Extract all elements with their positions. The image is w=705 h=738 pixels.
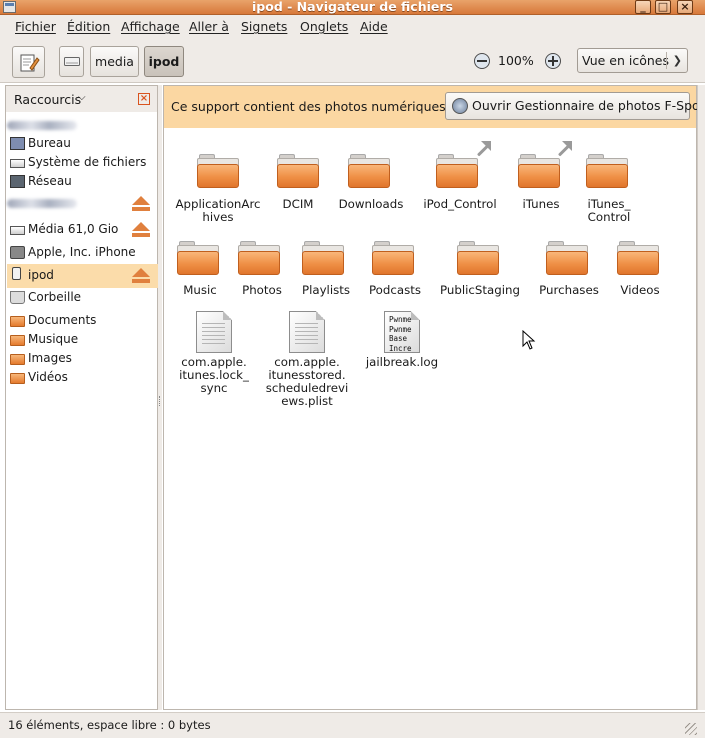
- window-title: ipod - Navigateur de fichiers: [252, 0, 453, 14]
- symlink-arrow-icon: [554, 141, 572, 159]
- desktop-icon: [10, 137, 25, 150]
- status-text: 16 éléments, espace libre : 0 bytes: [8, 718, 211, 732]
- sidebar-item-bureau[interactable]: Bureau: [7, 134, 158, 154]
- drive-icon: [10, 159, 25, 168]
- menu-aller-a[interactable]: Aller à: [189, 19, 229, 34]
- folder-icon: [10, 354, 25, 365]
- ipod-icon: [12, 267, 21, 280]
- folder-icon: [10, 316, 25, 327]
- folder-icon: [457, 241, 499, 275]
- sidebar-item-iphone[interactable]: Apple, Inc. iPhone: [7, 243, 158, 263]
- menu-aide[interactable]: Aide: [360, 19, 388, 34]
- text-document-icon: [196, 311, 232, 353]
- log-file-icon: Pwnme Pwnme Base Incre: [384, 311, 420, 353]
- folder-icon: [177, 241, 219, 275]
- folder-icon: [10, 335, 25, 346]
- maximize-button[interactable]: □: [655, 0, 671, 14]
- folder-icon: [238, 241, 280, 275]
- sidebar-item-blurred-volume[interactable]: [7, 194, 158, 214]
- eject-icon[interactable]: [130, 267, 152, 285]
- toggle-location-entry-button[interactable]: [12, 46, 45, 78]
- folder-icon: [197, 154, 239, 188]
- camera-icon: [10, 246, 25, 259]
- zoom-in-icon[interactable]: [545, 53, 561, 69]
- drive-icon: [10, 226, 25, 235]
- blurred-volume-label: [7, 199, 77, 208]
- chevron-down-icon: ❯: [672, 54, 682, 67]
- menu-affichage[interactable]: Affichage: [121, 19, 180, 34]
- window-edge: [697, 85, 705, 710]
- sidebar-item-videos[interactable]: Vidéos: [7, 368, 158, 388]
- folder-icon: [277, 154, 319, 188]
- folder-icon: [348, 154, 390, 188]
- menu-fichier[interactable]: Fichier: [15, 19, 56, 34]
- menu-signets[interactable]: Signets: [241, 19, 287, 34]
- sidebar-item-ipod[interactable]: ipod: [7, 264, 158, 288]
- sidebar-item-images[interactable]: Images: [7, 349, 158, 369]
- sidebar-item-home[interactable]: [7, 116, 158, 136]
- sidebar-item-media[interactable]: Média 61,0 Gio: [7, 220, 158, 240]
- folder-icon: [617, 241, 659, 275]
- folder-icon: [586, 154, 628, 188]
- blurred-user-folder: [7, 121, 77, 130]
- drive-icon: [64, 57, 80, 66]
- folder-icon: [436, 154, 478, 188]
- symlink-arrow-icon: [473, 141, 491, 159]
- menu-edition[interactable]: Édition: [67, 19, 110, 34]
- splitter-grip[interactable]: [159, 396, 161, 406]
- resize-grip[interactable]: [685, 723, 697, 735]
- view-mode-select[interactable]: Vue en icônes ❯: [577, 48, 688, 73]
- close-sidebar-icon[interactable]: ×: [138, 93, 150, 105]
- sidebar-item-systeme-de-fichiers[interactable]: Système de fichiers: [7, 153, 158, 173]
- folder-icon: [302, 241, 344, 275]
- edit-location-icon: [20, 54, 40, 72]
- file-icon-view[interactable]: Ce support contient des photos numérique…: [163, 85, 705, 710]
- text-document-icon: [289, 311, 325, 353]
- sidebar-item-documents[interactable]: Documents: [7, 311, 158, 331]
- path-root-drive-button[interactable]: [59, 46, 84, 77]
- eject-icon[interactable]: [130, 221, 152, 239]
- folder-icon: [372, 241, 414, 275]
- sidebar-item-musique[interactable]: Musique: [7, 330, 158, 350]
- chevron-down-icon[interactable]: ⌵: [78, 92, 86, 103]
- view-mode-value: Vue en icônes: [582, 53, 669, 68]
- minimize-button[interactable]: _: [635, 0, 651, 14]
- path-button-media[interactable]: media: [90, 46, 139, 77]
- photo-media-infobar: Ce support contient des photos numérique…: [164, 86, 705, 128]
- folder-icon: [546, 241, 588, 275]
- sidebar: Raccourcis ⌵ × Bureau Système de fichier…: [5, 85, 158, 710]
- status-bar: 16 éléments, espace libre : 0 bytes: [0, 712, 705, 738]
- fspot-icon: [452, 98, 468, 114]
- close-window-button[interactable]: ×: [677, 0, 693, 14]
- sidebar-mode-select[interactable]: Raccourcis: [14, 92, 81, 107]
- trash-icon: [10, 291, 25, 304]
- folder-icon: [518, 154, 560, 188]
- eject-icon[interactable]: [130, 195, 152, 213]
- zoom-out-icon[interactable]: [474, 53, 490, 69]
- menu-onglets[interactable]: Onglets: [300, 19, 348, 34]
- sidebar-item-corbeille[interactable]: Corbeille: [7, 288, 158, 308]
- title-bar[interactable]: ipod - Navigateur de fichiers _ □ ×: [0, 0, 705, 15]
- network-icon: [10, 175, 25, 188]
- infobar-message: Ce support contient des photos numérique…: [171, 99, 450, 114]
- zoom-level[interactable]: 100%: [498, 53, 534, 68]
- sidebar-header: Raccourcis ⌵ ×: [6, 86, 157, 112]
- open-fspot-button[interactable]: Ouvrir Gestionnaire de photos F-Spot: [445, 92, 705, 120]
- sidebar-item-reseau[interactable]: Réseau: [7, 172, 158, 192]
- mouse-cursor-icon: [522, 330, 536, 350]
- folder-icon: [10, 373, 25, 384]
- menu-bar: Fichier Édition Affichage Aller à Signet…: [0, 15, 705, 40]
- path-button-ipod[interactable]: ipod: [144, 46, 184, 77]
